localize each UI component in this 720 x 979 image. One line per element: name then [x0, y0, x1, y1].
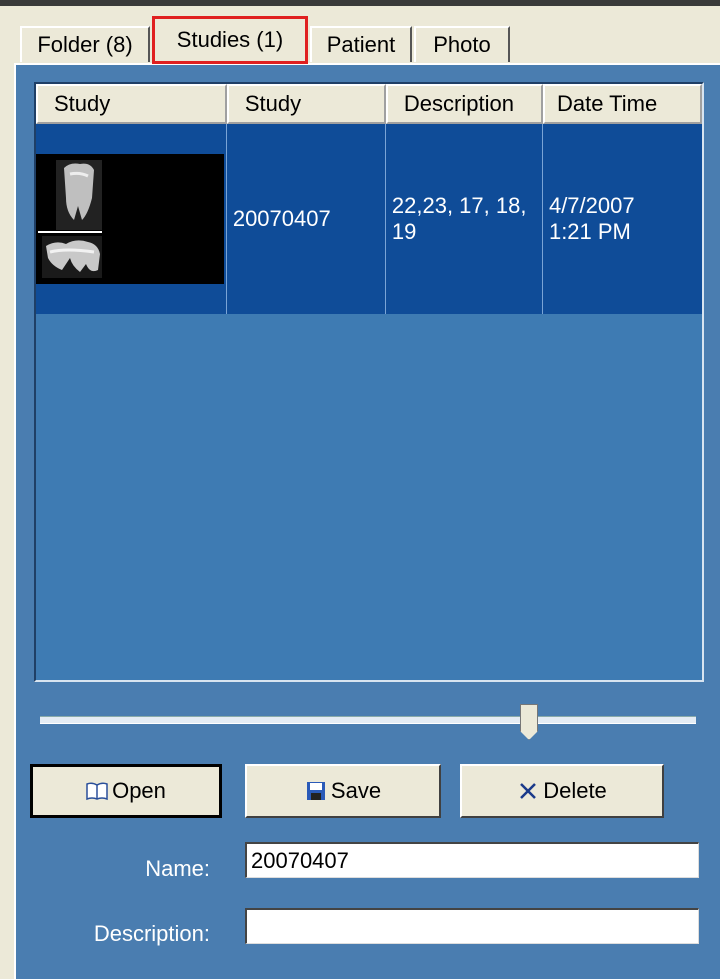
study-cell: 20070407	[227, 124, 386, 314]
study-thumbnail-cell	[36, 124, 227, 314]
tab-folder[interactable]: Folder (8)	[20, 26, 150, 62]
thumbnail-size-slider[interactable]	[40, 716, 696, 724]
xray-thumbnail	[36, 154, 224, 284]
save-button[interactable]: Save	[245, 764, 441, 818]
description-field[interactable]	[245, 908, 699, 944]
column-header-date-time[interactable]: Date Time	[542, 84, 702, 124]
description-cell: 22,23, 17, 18, 19	[386, 124, 543, 314]
x-icon	[517, 780, 539, 802]
tab-studies[interactable]: Studies (1)	[152, 16, 308, 64]
column-header-study[interactable]: Study	[226, 84, 386, 124]
description-label: Description:	[93, 921, 210, 946]
delete-button[interactable]: Delete	[460, 764, 664, 818]
list-header: Study Study Description Date Time	[36, 84, 702, 124]
column-header-study-thumbnail[interactable]: Study	[36, 84, 227, 124]
open-book-icon	[86, 780, 108, 802]
name-field[interactable]	[245, 842, 699, 878]
tab-strip: Folder (8) Studies (1) Patient Photo	[0, 6, 720, 64]
open-button[interactable]: Open	[30, 764, 222, 818]
studies-list[interactable]: Study Study Description Date Time 200704…	[34, 82, 704, 682]
tab-photo[interactable]: Photo	[414, 26, 510, 62]
floppy-disk-icon	[305, 780, 327, 802]
column-header-description[interactable]: Description	[385, 84, 543, 124]
date-time-cell: 4/7/2007 1:21 PM	[548, 193, 635, 244]
name-label: Name:	[145, 856, 210, 881]
table-row[interactable]: 20070407 22,23, 17, 18, 19 4/7/2007 1:21…	[36, 124, 702, 314]
tab-patient[interactable]: Patient	[310, 26, 412, 62]
